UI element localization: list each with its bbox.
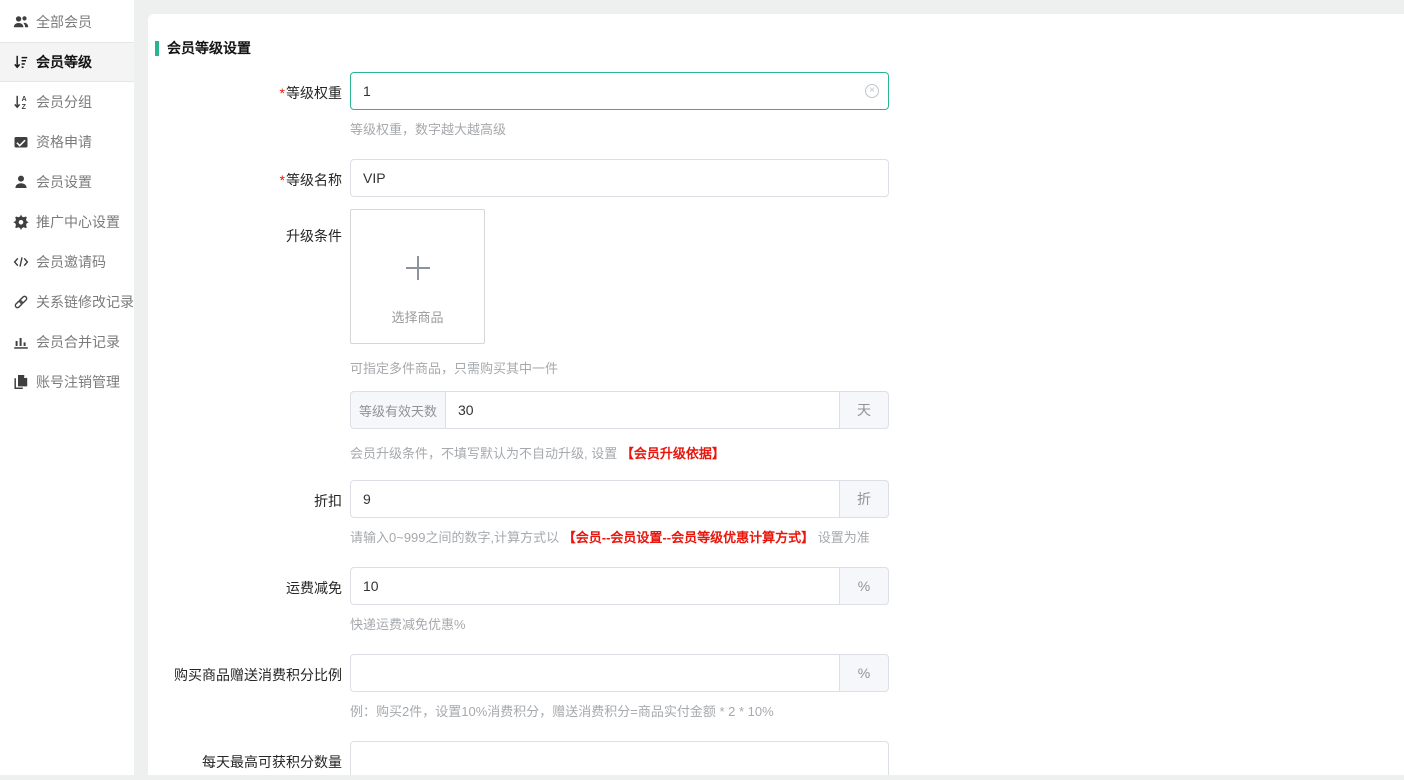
sidebar: 全部会员 会员等级 A Z 会员分组 — [0, 0, 134, 775]
field-row-discount: 折扣 折 请输入0~999之间的数字,计算方式以 【会员--会员设置--会员等级… — [148, 480, 1404, 546]
weight-help-text: 等级权重，数字越大越高级 — [350, 119, 889, 138]
level-name-input[interactable] — [350, 159, 889, 197]
select-product-button[interactable]: 选择商品 — [350, 209, 485, 344]
upgrade-basis-link[interactable]: 【会员升级依据】 — [621, 446, 725, 461]
clear-icon[interactable]: × — [865, 84, 879, 98]
field-row-weight: *等级权重 × 等级权重，数字越大越高级 — [148, 72, 1404, 138]
discount-input[interactable] — [350, 480, 840, 518]
required-mark: * — [280, 85, 285, 101]
points-ratio-group: % — [350, 654, 889, 692]
discount-unit-label: 折 — [840, 480, 889, 518]
shipping-unit-label: % — [840, 567, 889, 605]
field-row-points-ratio: 购买商品赠送消费积分比例 % 例：购买2件，设置10%消费积分，赠送消费积分=商… — [148, 654, 1404, 720]
field-row-name: *等级名称 — [148, 159, 1404, 197]
sidebar-item-label: 会员邀请码 — [36, 252, 106, 272]
sidebar-item-label: 关系链修改记录 — [36, 292, 134, 312]
sidebar-item-member-settings[interactable]: 会员设置 — [0, 162, 134, 202]
file-copy-icon — [13, 374, 29, 390]
field-row-shipping: 运费减免 % 快递运费减免优惠% — [148, 567, 1404, 633]
content-card: 会员等级设置 *等级权重 × 等级权重，数字越大越高级 *等级名称 — [148, 14, 1404, 775]
sidebar-item-label: 资格申请 — [36, 132, 92, 152]
gear-icon — [13, 214, 29, 230]
valid-days-group: 等级有效天数 天 — [350, 391, 889, 429]
required-mark: * — [280, 172, 285, 188]
field-label-points-ratio: 购买商品赠送消费积分比例 — [148, 654, 342, 720]
sidebar-item-label: 会员合并记录 — [36, 332, 120, 352]
valid-days-unit-label: 天 — [840, 391, 889, 429]
sidebar-item-label: 会员设置 — [36, 172, 92, 192]
points-ratio-unit-label: % — [840, 654, 889, 692]
sidebar-item-all-members[interactable]: 全部会员 — [0, 2, 134, 42]
sidebar-item-invite-code[interactable]: 会员邀请码 — [0, 242, 134, 282]
title-accent-bar — [155, 41, 159, 56]
svg-text:A: A — [22, 96, 27, 103]
sidebar-item-member-groups[interactable]: A Z 会员分组 — [0, 82, 134, 122]
field-label-name: *等级名称 — [148, 159, 342, 197]
users-icon — [13, 14, 29, 30]
page-title-text: 会员等级设置 — [167, 38, 251, 58]
points-ratio-input[interactable] — [350, 654, 840, 692]
points-ratio-help-text: 例：购买2件，设置10%消费积分，赠送消费积分=商品实付金额 * 2 * 10% — [350, 701, 889, 720]
select-product-label: 选择商品 — [351, 307, 484, 326]
discount-calc-link[interactable]: 【会员--会员设置--会员等级优惠计算方式】 — [563, 530, 814, 545]
sidebar-item-qualification[interactable]: 资格申请 — [0, 122, 134, 162]
sidebar-item-label: 推广中心设置 — [36, 212, 120, 232]
valid-days-input[interactable] — [445, 391, 840, 429]
bar-chart-icon — [13, 334, 29, 350]
discount-group: 折 — [350, 480, 889, 518]
valid-days-help-text: 会员升级条件，不填写默认为不自动升级, 设置 【会员升级依据】 — [350, 443, 889, 462]
daily-points-input[interactable] — [350, 741, 889, 775]
sidebar-item-account-cancel[interactable]: 账号注销管理 — [0, 362, 134, 402]
sidebar-item-merge-log[interactable]: 会员合并记录 — [0, 322, 134, 362]
shipping-group: % — [350, 567, 889, 605]
field-label-upgrade: 升级条件 — [148, 209, 342, 462]
discount-help-text: 请输入0~999之间的数字,计算方式以 【会员--会员设置--会员等级优惠计算方… — [350, 527, 889, 546]
valid-days-prepend-label: 等级有效天数 — [350, 391, 445, 429]
shipping-input[interactable] — [350, 567, 840, 605]
sidebar-item-label: 会员分组 — [36, 92, 92, 112]
field-label-shipping: 运费减免 — [148, 567, 342, 633]
code-icon — [13, 254, 29, 270]
sidebar-item-member-levels[interactable]: 会员等级 — [0, 42, 134, 82]
upgrade-help-text: 可指定多件商品，只需购买其中一件 — [350, 358, 889, 377]
field-label-discount: 折扣 — [148, 480, 342, 546]
field-label-daily-points: 每天最高可获积分数量 — [148, 741, 342, 775]
svg-text:Z: Z — [22, 104, 27, 110]
sidebar-item-label: 全部会员 — [36, 12, 92, 32]
sidebar-item-label: 账号注销管理 — [36, 372, 120, 392]
sidebar-item-label: 会员等级 — [36, 52, 92, 72]
clipboard-check-icon — [13, 134, 29, 150]
page-title: 会员等级设置 — [155, 38, 1404, 58]
shipping-help-text: 快递运费减免优惠% — [350, 614, 889, 633]
sort-amount-icon — [13, 54, 29, 70]
sidebar-item-relation-log[interactable]: 关系链修改记录 — [0, 282, 134, 322]
member-level-form: *等级权重 × 等级权重，数字越大越高级 *等级名称 升级条件 — [148, 72, 1404, 775]
link-icon — [13, 294, 29, 310]
user-icon — [13, 174, 29, 190]
field-row-daily-points: 每天最高可获积分数量 填0或者不填即不限制,（商品赠送、订单赠送、后台充值、充值… — [148, 741, 1404, 775]
field-label-weight: *等级权重 — [148, 72, 342, 138]
field-row-upgrade: 升级条件 选择商品 可指定多件商品，只需购买其中一件 等级有效天数 天 会员升级… — [148, 209, 1404, 462]
weight-input[interactable] — [350, 72, 889, 110]
plus-icon — [406, 256, 430, 280]
sidebar-item-promotion-settings[interactable]: 推广中心设置 — [0, 202, 134, 242]
sort-alpha-icon: A Z — [13, 94, 29, 110]
